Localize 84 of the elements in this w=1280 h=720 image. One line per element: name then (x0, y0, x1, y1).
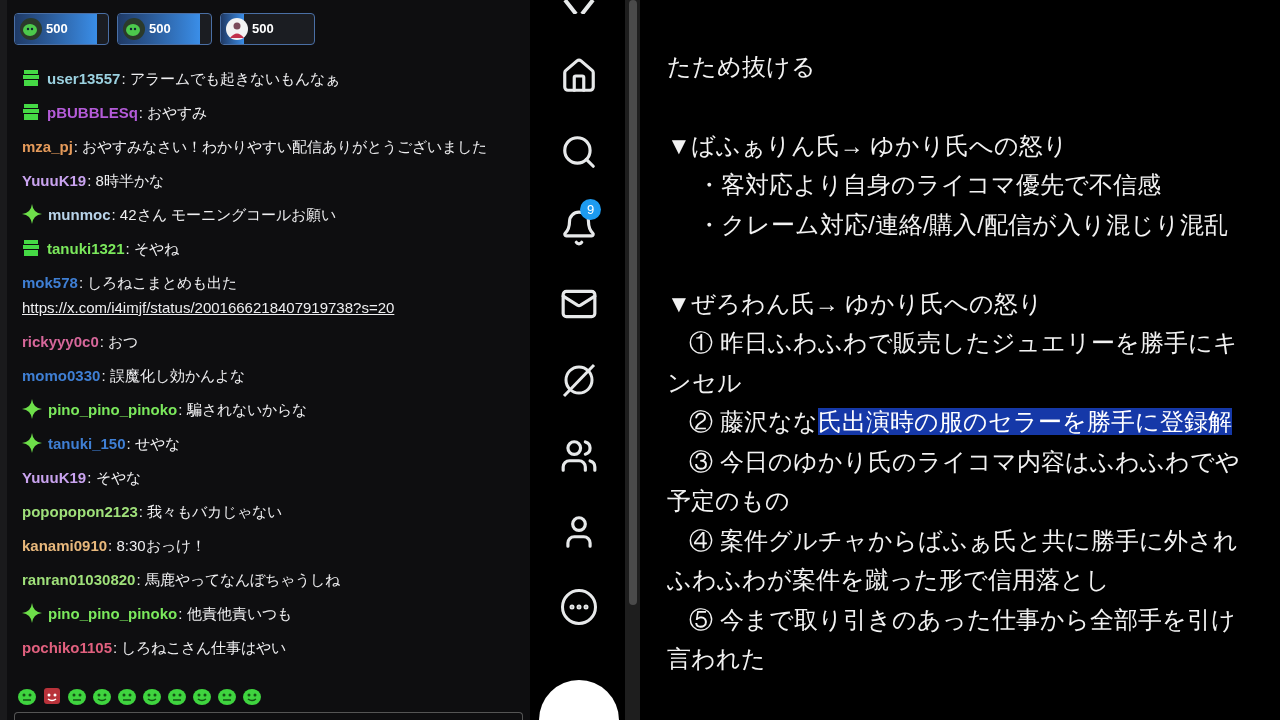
home-icon[interactable] (560, 57, 598, 95)
emote-icon[interactable] (67, 686, 87, 706)
gift-badge-icon (22, 239, 40, 257)
search-icon[interactable] (560, 133, 598, 171)
username[interactable]: ranran01030820 (22, 566, 136, 592)
message-text: : しろねこまとめも出た (78, 272, 238, 293)
document-line: たため抜ける (667, 51, 816, 82)
sparkle-badge-icon (22, 433, 42, 453)
sparkle-badge-icon (22, 399, 42, 419)
emote-icon[interactable] (192, 686, 212, 706)
message-text: : 他責他責いつも (178, 603, 292, 624)
emote-icon[interactable] (17, 686, 37, 706)
emote-icon[interactable] (92, 686, 112, 706)
message-text: : せやな (126, 433, 180, 454)
document-line: ⑤ 今まで取り引きのあった仕事から全部手を引け (689, 604, 1236, 635)
message-text: : 我々もバカじゃない (138, 501, 283, 522)
gift-badge-icon (22, 103, 40, 121)
message-text: : 馬鹿やってなんぼちゃうしね (136, 569, 340, 590)
username[interactable]: tanuki_150 (48, 430, 126, 456)
username[interactable]: pino_pino_pinoko (48, 396, 178, 422)
message-text: : しろねこさん仕事はやい (113, 637, 287, 658)
username[interactable]: mok578 (22, 269, 78, 295)
combo-count: 500 (46, 20, 68, 39)
document-line: 予定のもの (667, 486, 790, 517)
message-text: : 8:30おっけ！ (108, 535, 206, 556)
slashed-circle-icon[interactable] (560, 361, 598, 399)
combo-button[interactable]: 500 (117, 13, 212, 45)
document-line: ▼ぜろわん氏→ ゆかり氏への怒り (667, 288, 1044, 319)
emote-icon[interactable] (217, 686, 237, 706)
username[interactable]: pino_pino_pinoko (48, 600, 178, 626)
username[interactable]: tanuki1321 (47, 235, 125, 261)
link[interactable]: https://x.com/i4imjf/status/2001666218407919738?s=20 (22, 294, 395, 320)
emote-icon[interactable] (242, 686, 262, 706)
username[interactable]: pochiko1105 (22, 634, 113, 660)
username[interactable]: munmoc (48, 201, 111, 227)
sparkle-badge-icon (22, 204, 42, 224)
document-line: ② 藤沢なな 氏出演時の服のセラーを勝手に登録解 (689, 407, 1232, 438)
sparkle-badge-icon (22, 603, 42, 623)
username[interactable]: pBUBBLESq (47, 99, 138, 125)
username[interactable]: momo0330 (22, 362, 101, 388)
avatar-icon (123, 18, 145, 40)
document-line: ンセル (667, 367, 742, 398)
document-line: ③ 今日のゆかり氏のライコマ内容はふわふわでや (689, 446, 1240, 477)
scrollbar[interactable] (625, 0, 640, 720)
message-text: : 騙されないからな (178, 399, 307, 420)
message-text: : 誤魔化し効かんよな (101, 365, 245, 386)
username[interactable]: mza_pj (22, 133, 73, 159)
emote-icon[interactable] (42, 686, 62, 706)
username[interactable]: YuuuK19 (22, 464, 87, 490)
username[interactable]: YuuuK19 (22, 167, 87, 193)
message-text: : 8時半かな (87, 170, 164, 191)
document-line: ① 昨日ふわふわで販売したジュエリーを勝手にキ (689, 328, 1238, 359)
logo-icon[interactable] (562, 0, 596, 14)
combo-count: 500 (149, 20, 171, 39)
message-text: : おやすみなさい！わかりやすい配信ありがとうございました (73, 136, 488, 157)
message-text: : アラームでも起きないもんなぁ (121, 68, 340, 89)
chat-input-field[interactable] (14, 712, 523, 720)
emote-icon[interactable] (142, 686, 162, 706)
combo-count: 500 (252, 20, 274, 39)
document-line: 言われた (667, 644, 766, 675)
avatar-icon (20, 18, 42, 40)
message-text: : おやすみ (138, 102, 208, 123)
message-text: : そやね (125, 238, 179, 259)
message-text: : 42さん モーニングコールお願い (111, 204, 336, 225)
username[interactable]: popopopon2123 (22, 498, 138, 524)
emote-icon[interactable] (167, 686, 187, 706)
combo-button[interactable]: 500 (14, 13, 109, 45)
combo-button[interactable]: 500 (220, 13, 315, 45)
people-icon[interactable] (560, 437, 598, 475)
document-line: ふわふわが案件を蹴った形で信用落とし (667, 565, 1110, 596)
gift-badge-icon (22, 69, 40, 87)
username[interactable]: kanami0910 (22, 532, 108, 558)
avatar-icon (226, 18, 248, 40)
document-line: ▼ばふぁりん氏→ ゆかり氏への怒り (667, 130, 1069, 161)
message-text: : おつ (99, 331, 139, 352)
more-icon[interactable] (561, 589, 597, 625)
document-line: ④ 案件グルチャからばふぁ氏と共に勝手に外され (689, 525, 1238, 556)
message-text: : そやな (87, 467, 141, 488)
document-line: ・クレーム対応/連絡/購入/配信が入り混じり混乱 (697, 209, 1228, 240)
emote-icon[interactable] (117, 686, 137, 706)
document-line: ・客対応より自身のライコマ優先で不信感 (697, 170, 1161, 201)
username[interactable]: rickyyy0c0 (22, 328, 99, 354)
username[interactable]: user13557 (47, 65, 121, 91)
notification-badge: 9 (580, 199, 601, 220)
